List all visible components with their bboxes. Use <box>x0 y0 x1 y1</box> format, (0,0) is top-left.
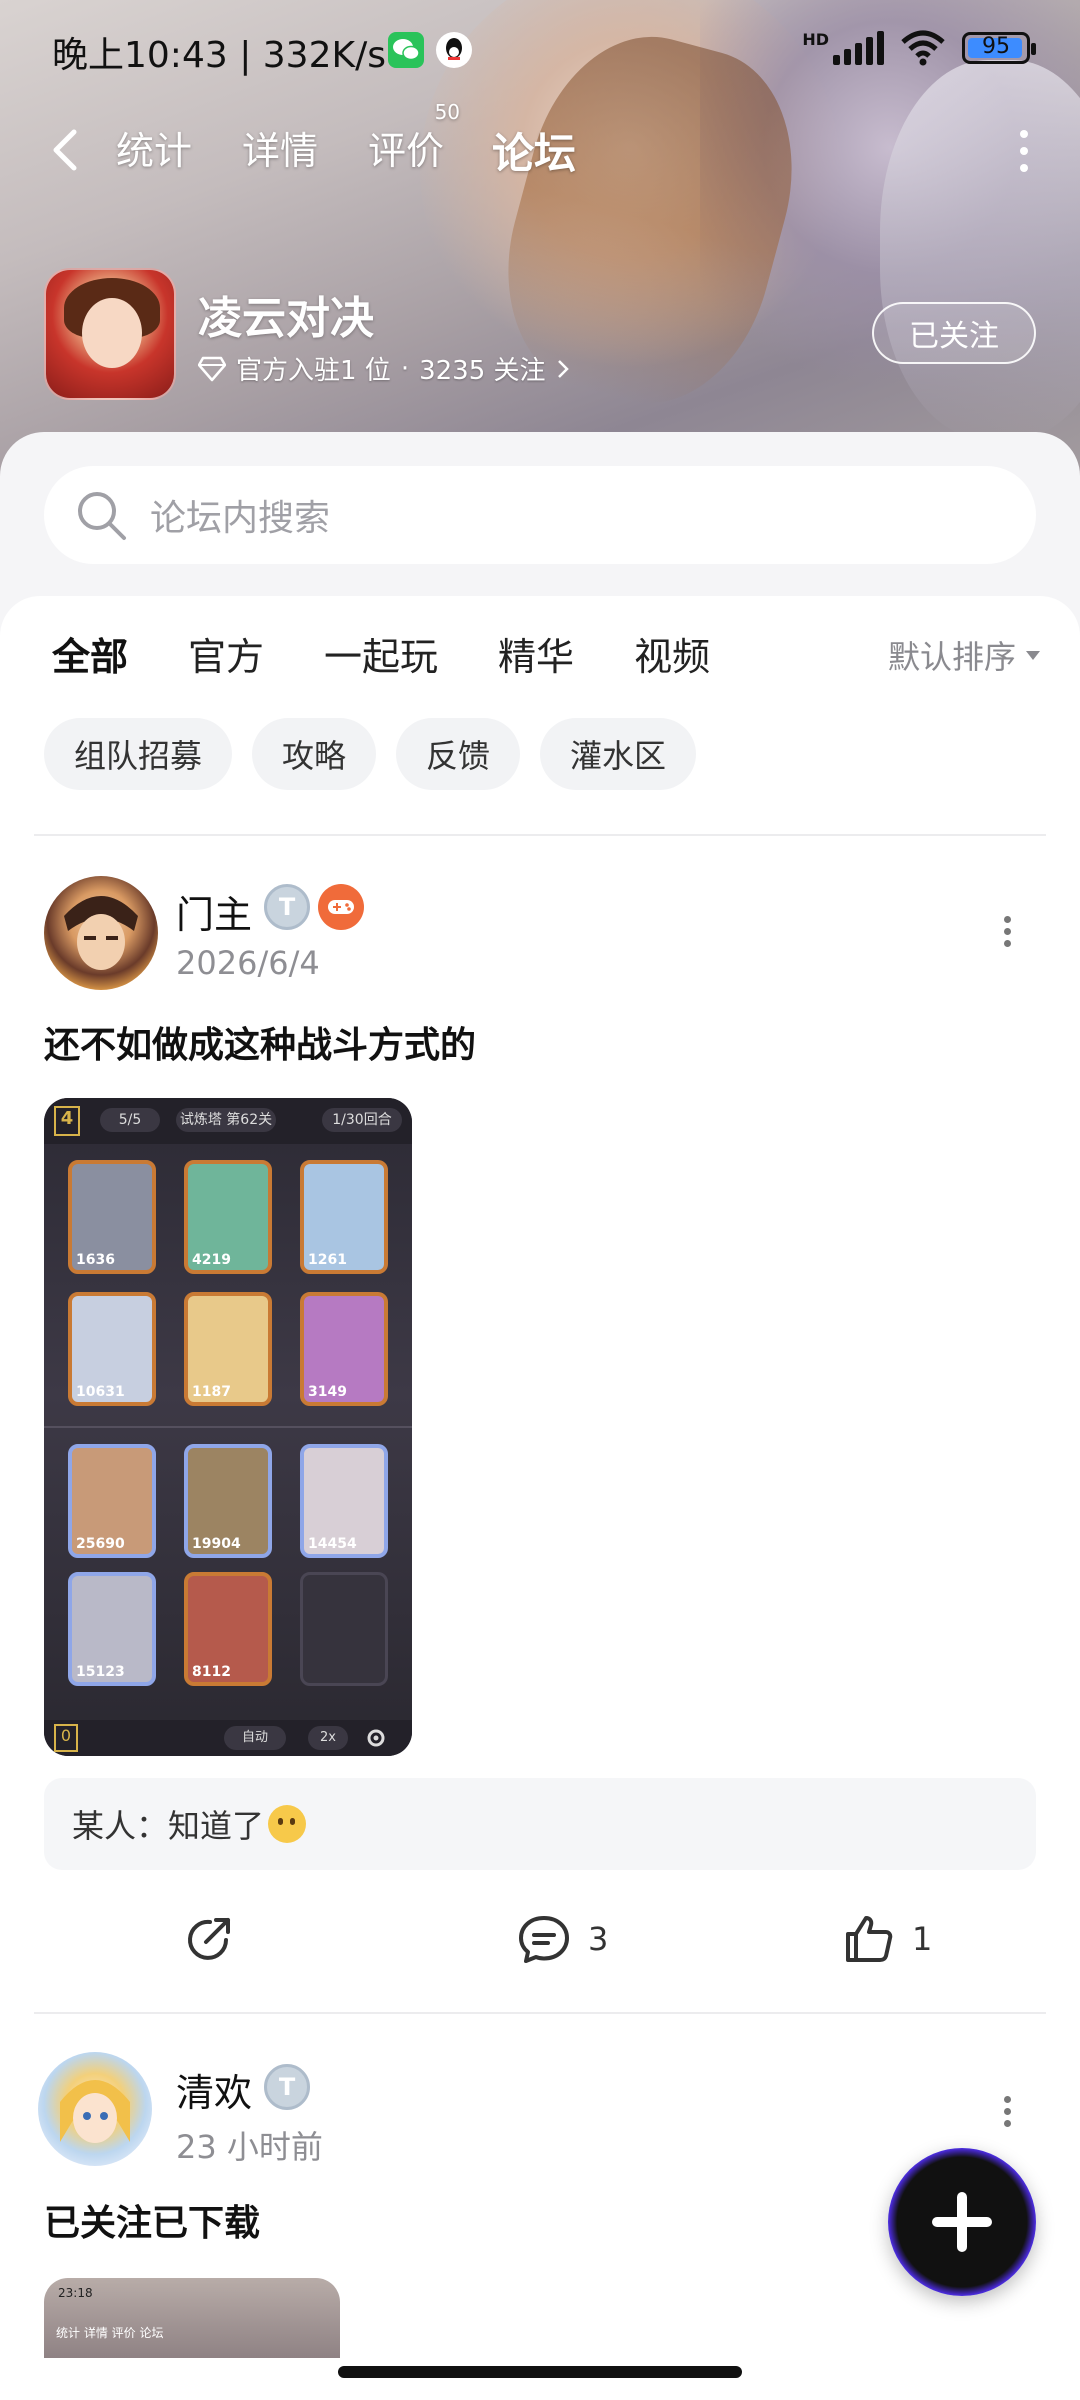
energy-indicator: 0 <box>54 1724 78 1752</box>
tab-featured[interactable]: 精华 <box>498 626 574 686</box>
verified-badge-icon: T <box>264 884 310 930</box>
more-options-icon[interactable] <box>1020 130 1032 174</box>
empty-slot <box>300 1572 388 1686</box>
dropdown-arrow-icon <box>1026 650 1040 660</box>
chevron-right-icon <box>557 359 569 378</box>
game-title: 凌云对决 <box>198 293 374 344</box>
wave-counter: 5/5 <box>100 1108 160 1132</box>
gamepad-badge-icon <box>318 884 364 930</box>
comment-author: 某人： <box>72 1807 169 1845</box>
sort-dropdown[interactable]: 默认排序 <box>888 632 1040 678</box>
topic-chips: 组队招募 攻略 反馈 灌水区 <box>44 718 697 790</box>
tab-stats[interactable]: 统计 <box>116 120 192 175</box>
unit-card: 14454 <box>300 1444 388 1558</box>
comment-count: 3 <box>588 1920 609 1958</box>
verified-badge-icon: T <box>264 2064 310 2110</box>
back-icon[interactable] <box>40 120 90 180</box>
comment-button[interactable]: 3 <box>516 1912 608 1966</box>
unit-card: 1187 <box>184 1292 272 1406</box>
qq-icon <box>436 32 472 68</box>
tab-reviews[interactable]: 评价 50 <box>368 100 460 175</box>
search-placeholder: 论坛内搜索 <box>150 498 331 539</box>
unit-card: 8112 <box>184 1572 272 1686</box>
unit-card: 25690 <box>68 1444 156 1558</box>
hd-label: HD <box>802 30 829 49</box>
follower-count: 3235 关注 <box>419 356 546 386</box>
unit-card: 19904 <box>184 1444 272 1558</box>
game-icon[interactable] <box>44 268 176 400</box>
like-count: 1 <box>912 1920 933 1958</box>
share-button[interactable] <box>182 1912 236 1966</box>
search-icon <box>78 492 126 540</box>
status-time: 晚上10:43 | 332K/s <box>52 35 386 76</box>
avatar[interactable] <box>44 876 158 990</box>
post-time: 23 小时前 <box>176 2128 323 2166</box>
unit-card: 1636 <box>68 1160 156 1274</box>
comment-icon <box>519 1916 569 1963</box>
comment-preview[interactable]: 某人： 知道了 <box>44 1778 1036 1870</box>
signal-icon <box>833 31 884 65</box>
post-time: 2026/6/4 <box>176 944 320 982</box>
tab-official[interactable]: 官方 <box>188 626 264 686</box>
chip-team-recruit[interactable]: 组队招募 <box>44 718 233 790</box>
divider <box>34 2012 1046 2014</box>
game-meta[interactable]: 官方入驻1 位 · 3235 关注 <box>198 350 570 387</box>
post-image[interactable]: 23:18 统计 详情 评价 论坛 <box>44 2278 340 2358</box>
unit-card: 15123 <box>68 1572 156 1686</box>
home-indicator[interactable] <box>338 2366 742 2378</box>
new-post-button[interactable] <box>888 2148 1036 2296</box>
wechat-icon <box>388 32 424 68</box>
like-button[interactable]: 1 <box>842 1912 932 1966</box>
auto-button: 自动 <box>224 1726 286 1750</box>
divider <box>34 834 1046 836</box>
post-more-icon[interactable] <box>1004 2096 1014 2132</box>
tab-play-together[interactable]: 一起玩 <box>324 626 438 686</box>
round-counter: 1/30回合 <box>322 1108 402 1132</box>
unit-card: 3149 <box>300 1292 388 1406</box>
tab-forum[interactable]: 论坛 <box>492 120 577 191</box>
tab-video[interactable]: 视频 <box>634 626 710 686</box>
post-image[interactable]: 4 5/5 试炼塔 第62关 1/30回合 1636 4219 1261 106… <box>44 1098 412 1756</box>
chip-guides[interactable]: 攻略 <box>252 718 377 790</box>
emoji-icon <box>268 1805 307 1843</box>
avatar[interactable] <box>38 2052 152 2166</box>
diamond-icon <box>198 356 226 381</box>
thumbs-up-icon <box>846 1916 893 1962</box>
post-more-icon[interactable] <box>1004 916 1014 952</box>
unit-card: 10631 <box>68 1292 156 1406</box>
battery-icon: 95 <box>962 32 1036 64</box>
unit-card: 1261 <box>300 1160 388 1274</box>
wifi-icon <box>901 30 945 66</box>
tab-all[interactable]: 全部 <box>52 626 128 694</box>
top-nav: 统计 详情 评价 50 论坛 <box>0 100 1080 191</box>
stage-label: 试炼塔 第62关 <box>176 1108 276 1132</box>
reviews-count-badge: 50 <box>434 100 461 124</box>
chip-feedback[interactable]: 反馈 <box>396 718 521 790</box>
post-author[interactable]: 清欢 <box>176 2062 252 2117</box>
tab-details[interactable]: 详情 <box>242 120 318 175</box>
forum-search-input[interactable]: 论坛内搜索 <box>44 466 1036 564</box>
comment-text: 知道了 <box>168 1807 265 1845</box>
official-rank: 官方入驻1 位 <box>236 356 391 386</box>
followed-button[interactable]: 已关注 <box>872 302 1036 364</box>
chip-chat-zone[interactable]: 灌水区 <box>540 718 697 790</box>
post-author[interactable]: 门主 <box>176 884 252 939</box>
settings-icon <box>367 1729 385 1747</box>
level-indicator: 4 <box>54 1106 80 1136</box>
share-icon <box>188 1918 230 1960</box>
status-bar: 晚上10:43 | 332K/s HD 95 <box>0 0 1080 100</box>
speed-button: 2x <box>308 1726 348 1750</box>
post-text: 还不如做成这种战斗方式的 <box>44 1025 477 1066</box>
unit-card: 4219 <box>184 1160 272 1274</box>
category-tabs: 全部 官方 一起玩 精华 视频 <box>52 626 770 694</box>
post-text: 已关注已下载 <box>44 2203 261 2244</box>
